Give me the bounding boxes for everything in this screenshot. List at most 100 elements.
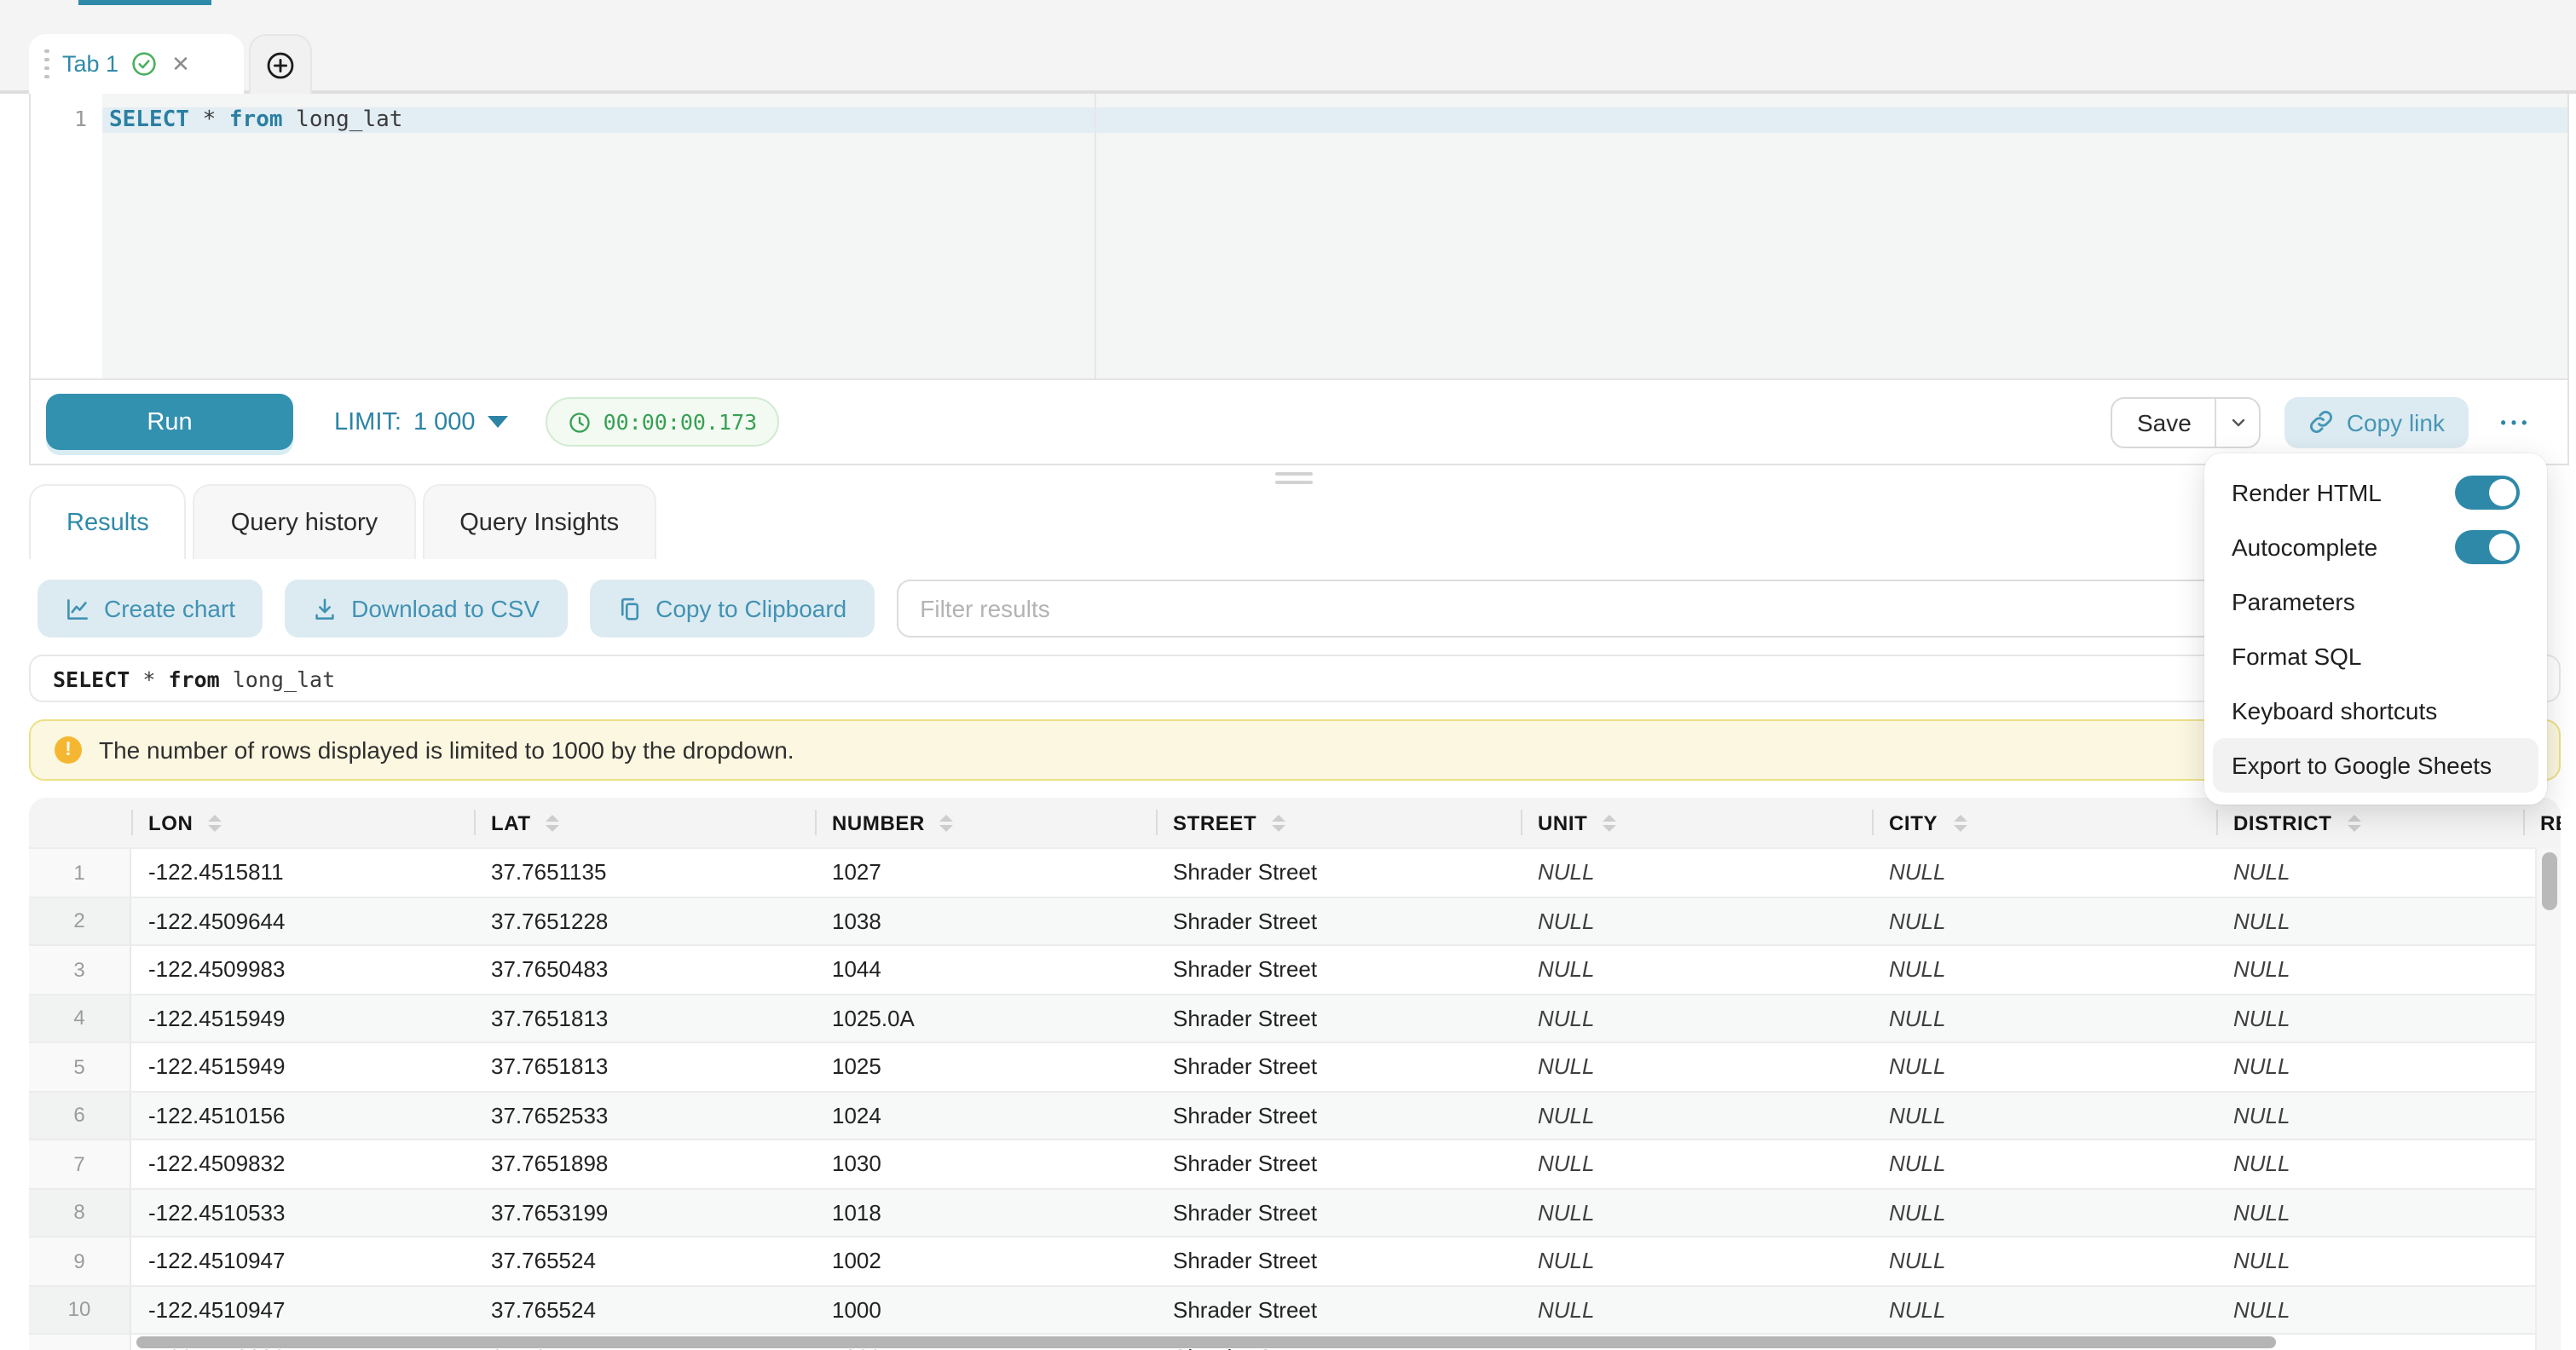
limit-dropdown[interactable]: LIMIT: 1 000 — [334, 408, 508, 436]
vertical-scrollbar-thumb[interactable] — [2542, 852, 2557, 910]
clock-icon — [568, 410, 592, 434]
sort-icon[interactable] — [1272, 814, 1285, 831]
table-cell: Shrader Street — [1156, 1189, 1521, 1236]
table-cell: NULL — [1521, 1043, 1872, 1090]
close-tab-icon[interactable]: ✕ — [168, 53, 190, 75]
table-cell: NULL — [1521, 1189, 1872, 1236]
column-header-lon[interactable]: LON — [131, 798, 474, 847]
table-cell: 1002 — [815, 1238, 1156, 1284]
create-chart-button[interactable]: Create chart — [38, 580, 263, 638]
table-cell: 37.7651228 — [474, 897, 815, 944]
chart-icon — [65, 596, 90, 621]
check-circle-icon — [130, 51, 156, 77]
table-row: 9-122.451094737.7655241002Shrader Street… — [29, 1236, 2561, 1284]
column-header-street[interactable]: STREET — [1156, 798, 1521, 847]
column-header-district[interactable]: DISTRICT — [2216, 798, 2523, 847]
table-cell: NULL — [1872, 1238, 2216, 1284]
menu-item-render-html[interactable]: Render HTML — [2213, 465, 2538, 520]
sql-identifier: long_lat — [283, 107, 403, 133]
query-timer-badge: 00:00:00.173 — [546, 397, 780, 447]
table-cell: NULL — [2216, 1092, 2523, 1139]
editor-toolbar: Run LIMIT: 1 000 00:00:00.173 Save — [31, 378, 2567, 464]
table-cell: -122.4510156 — [131, 1092, 474, 1139]
table-cell: 1025.0A — [815, 995, 1156, 1041]
save-button[interactable]: Save — [2113, 398, 2215, 446]
row-number-header — [29, 798, 131, 847]
tab-results[interactable]: Results — [29, 484, 187, 559]
table-cell: NULL — [2216, 995, 2523, 1041]
copy-to-clipboard-button[interactable]: Copy to Clipboard — [589, 580, 874, 638]
copy-link-button[interactable]: Copy link — [2285, 396, 2469, 447]
tab-query-insights[interactable]: Query Insights — [422, 484, 656, 559]
sort-icon[interactable] — [546, 814, 560, 831]
warning-text: The number of rows displayed is limited … — [99, 736, 794, 764]
menu-item-format-sql[interactable]: Format SQL — [2213, 629, 2538, 684]
menu-item-keyboard-shortcuts[interactable]: Keyboard shortcuts — [2213, 684, 2538, 738]
table-cell: -122.4510947 — [131, 1286, 474, 1333]
table-cell: NULL — [2216, 1140, 2523, 1187]
column-label: LAT — [491, 811, 531, 834]
horizontal-scrollbar-thumb[interactable] — [136, 1336, 2276, 1348]
table-row: 6-122.451015637.76525331024Shrader Stree… — [29, 1090, 2561, 1139]
sort-icon[interactable] — [1603, 814, 1616, 831]
table-cell: NULL — [1521, 1286, 1872, 1333]
table-cell: 37.765524 — [474, 1238, 815, 1284]
results-tab-bar: ResultsQuery historyQuery Insights — [29, 484, 656, 559]
drag-grip-icon[interactable] — [44, 49, 50, 79]
column-label: STREET — [1173, 811, 1256, 834]
table-cell: NULL — [1521, 1140, 1872, 1187]
column-header-number[interactable]: NUMBER — [815, 798, 1156, 847]
table-cell: Shrader Street — [1156, 1043, 1521, 1090]
vertical-scrollbar[interactable] — [2535, 847, 2561, 1350]
tab-1[interactable]: Tab 1 ✕ — [29, 34, 244, 94]
panel-resize-handle[interactable] — [1275, 472, 1313, 488]
code-line[interactable]: SELECT * from long_lat — [109, 107, 402, 133]
toggle-switch-on[interactable] — [2455, 530, 2520, 564]
column-header-unit[interactable]: UNIT — [1521, 798, 1872, 847]
column-label: DISTRICT — [2233, 811, 2331, 834]
tab-query-history[interactable]: Query history — [193, 484, 415, 559]
column-header-city[interactable]: CITY — [1872, 798, 2216, 847]
column-label: RE — [2540, 811, 2561, 834]
download-csv-button[interactable]: Download to CSV — [285, 580, 567, 638]
table-row: 3-122.450998337.76504831044Shrader Stree… — [29, 944, 2561, 993]
run-button[interactable]: Run — [46, 394, 293, 450]
table-cell: Shrader Street — [1156, 897, 1521, 944]
table-cell: NULL — [2216, 1189, 2523, 1236]
table-cell: 1024 — [815, 1092, 1156, 1139]
sort-icon[interactable] — [940, 814, 954, 831]
table-cell: NULL — [1872, 1140, 2216, 1187]
table-cell: 1038 — [815, 897, 1156, 944]
toggle-switch-on[interactable] — [2455, 476, 2520, 510]
more-options-button[interactable]: ••• — [2492, 396, 2540, 447]
new-tab-button[interactable] — [249, 34, 312, 94]
column-label: NUMBER — [832, 811, 925, 834]
table-cell: NULL — [2216, 897, 2523, 944]
sort-icon[interactable] — [1953, 814, 1967, 831]
sql-code-editor[interactable]: 1 SELECT * from long_lat — [31, 94, 2567, 380]
row-limit-warning-banner: ! The number of rows displayed is limite… — [29, 719, 2561, 781]
more-options-menu: Render HTML AutocompleteParametersFormat … — [2204, 453, 2547, 805]
menu-item-label: Keyboard shortcuts — [2232, 697, 2437, 724]
table-row: 4-122.451594937.76518131025.0AShrader St… — [29, 993, 2561, 1041]
column-header-lat[interactable]: LAT — [474, 798, 815, 847]
table-cell: Shrader Street — [1156, 1238, 1521, 1284]
menu-item-parameters[interactable]: Parameters — [2213, 574, 2538, 629]
menu-item-export-to-google-sheets[interactable]: Export to Google Sheets — [2213, 738, 2538, 793]
column-header-re[interactable]: RE — [2523, 798, 2561, 847]
sort-icon[interactable] — [208, 814, 222, 831]
menu-item-label: Render HTML — [2232, 479, 2382, 506]
save-options-button[interactable] — [2215, 398, 2260, 446]
table-row: 10-122.451094737.7655241000Shrader Stree… — [29, 1284, 2561, 1333]
row-number-cell: 4 — [29, 995, 131, 1041]
table-cell: NULL — [1521, 897, 1872, 944]
table-cell: NULL — [2216, 946, 2523, 993]
loading-indicator-bar — [78, 0, 211, 5]
link-icon — [2309, 409, 2335, 435]
table-cell: 37.7651813 — [474, 1043, 815, 1090]
menu-item-autocomplete[interactable]: Autocomplete — [2213, 520, 2538, 574]
editor-tab-bar: Tab 1 ✕ — [0, 0, 2576, 94]
sql-keyword: from — [229, 107, 283, 133]
table-cell: -122.4510947 — [131, 1238, 474, 1284]
sort-icon[interactable] — [2347, 814, 2360, 831]
